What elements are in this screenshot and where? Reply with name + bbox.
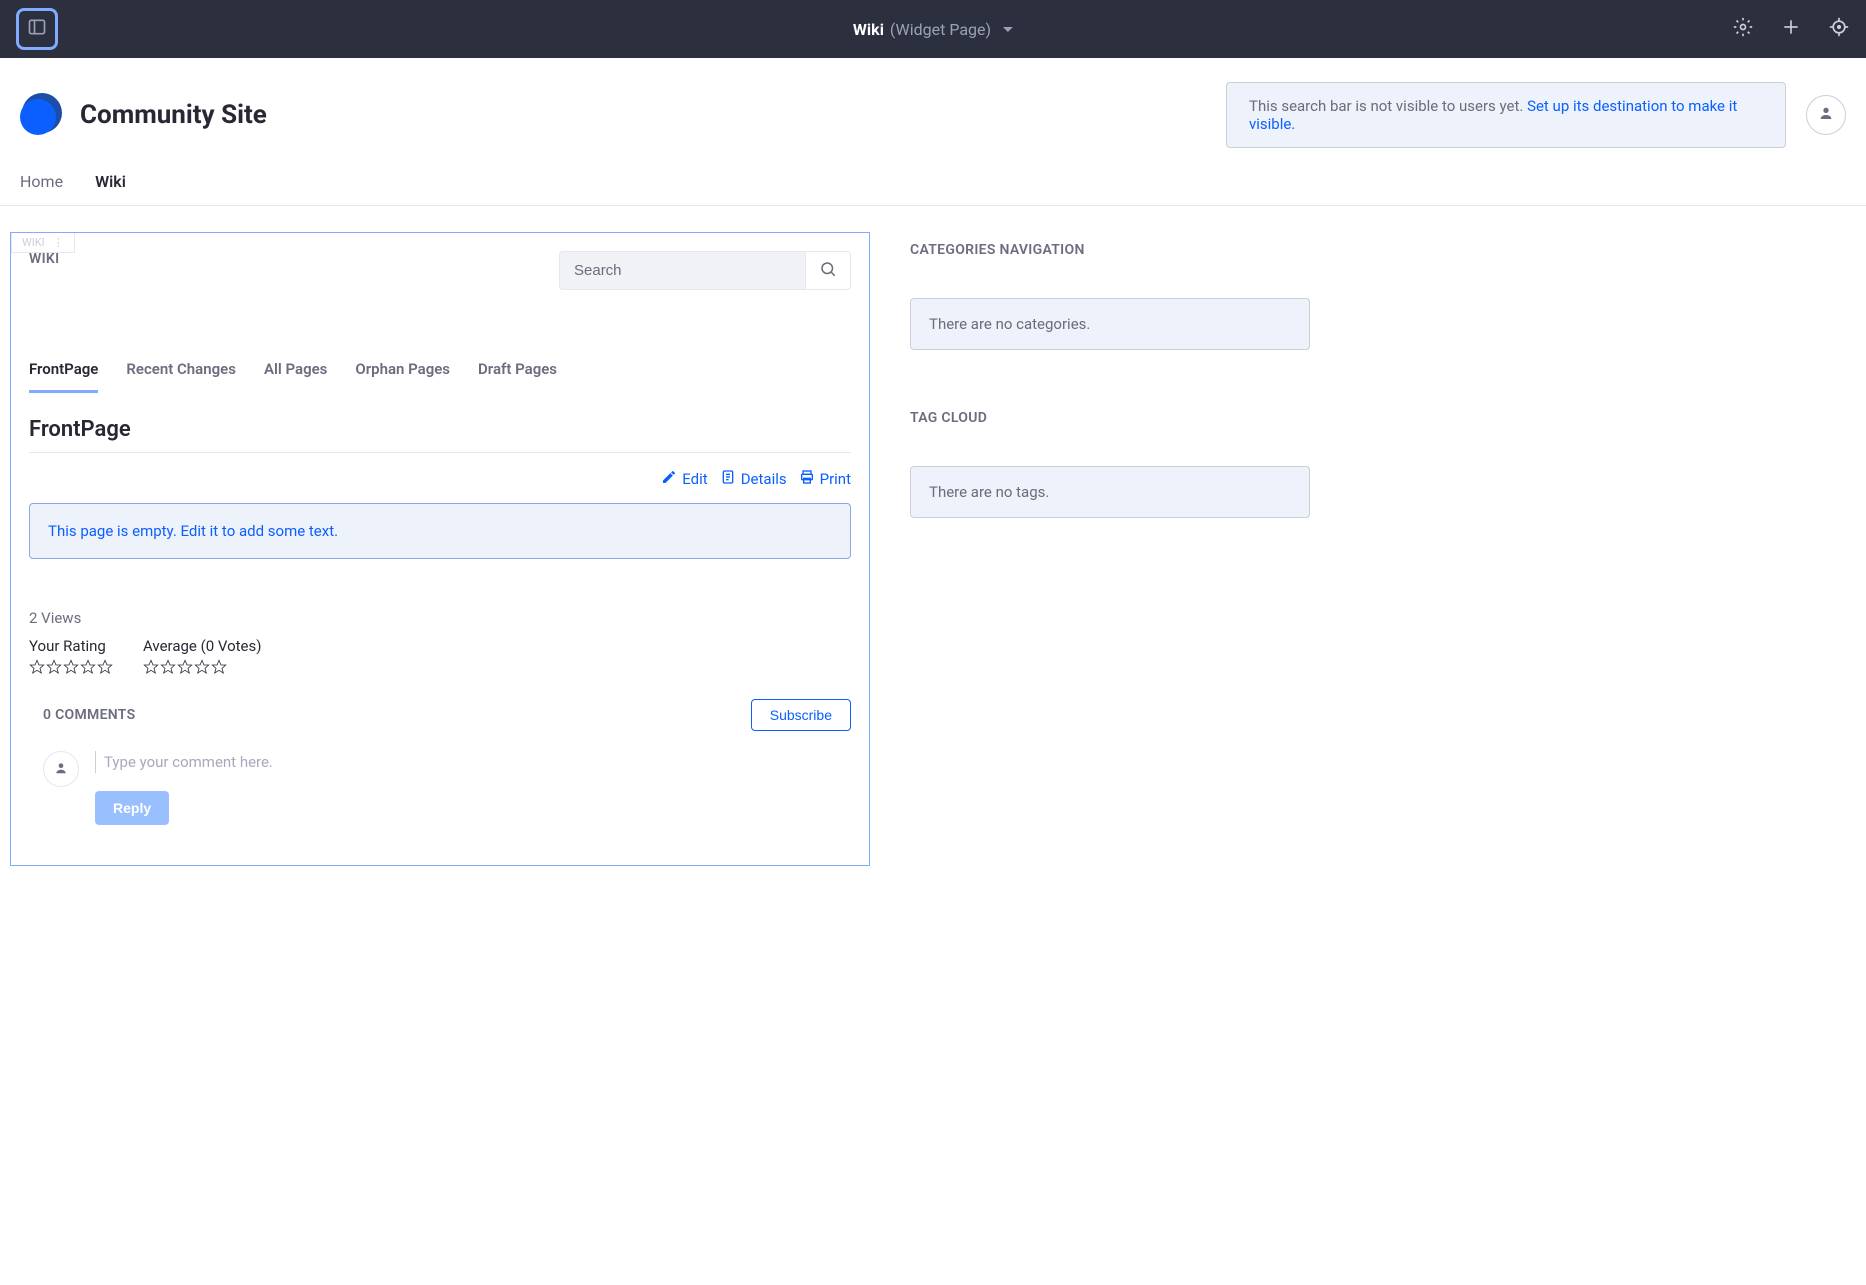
nav-item-wiki[interactable]: Wiki [95,172,126,191]
categories-empty-box: There are no categories. [910,298,1310,350]
print-label: Print [820,470,851,488]
star-icon[interactable] [63,659,79,675]
wiki-search-input[interactable] [559,251,805,290]
chevron-down-icon [1003,27,1013,32]
your-rating: Your Rating [29,637,113,675]
star-icon[interactable] [80,659,96,675]
page-switcher[interactable]: Wiki (Widget Page) [853,20,1013,39]
tab-draft-pages[interactable]: Draft Pages [478,360,557,393]
average-rating-stars [143,659,261,675]
wiki-portlet: Wiki ⋮ WIKI FrontPage Recent Changes All… [10,232,870,866]
comment-input-row: Type your comment here. Reply [43,751,851,825]
user-icon [1818,105,1834,125]
star-icon[interactable] [46,659,62,675]
comments-header: 0 COMMENTS Subscribe [29,699,851,731]
pencil-icon [661,469,677,489]
categories-heading: CATEGORIES NAVIGATION [910,242,1310,258]
star-icon [160,659,176,675]
admin-topbar: Wiki (Widget Page) [0,0,1866,58]
plus-icon [1781,17,1801,41]
user-icon [54,760,68,779]
print-link[interactable]: Print [799,469,851,489]
star-icon [194,659,210,675]
topbar-left [16,8,58,50]
page-title: FrontPage [29,417,851,453]
site-brand[interactable]: Community Site [20,93,267,137]
portlet-label-tab[interactable]: Wiki ⋮ [11,233,75,253]
your-rating-stars[interactable] [29,659,113,675]
site-logo-icon [20,93,64,137]
tab-recent-changes[interactable]: Recent Changes [126,360,236,393]
site-title: Community Site [80,100,267,130]
details-label: Details [741,470,787,488]
main-layout: Wiki ⋮ WIKI FrontPage Recent Changes All… [0,206,1866,892]
tagcloud-empty-box: There are no tags. [910,466,1310,518]
comments-title: 0 COMMENTS [43,707,135,723]
details-link[interactable]: Details [720,469,787,489]
your-rating-label: Your Rating [29,637,113,655]
gear-icon [1733,17,1753,41]
views-count: 2 Views [29,609,851,627]
settings-button[interactable] [1732,18,1754,40]
panel-icon [27,17,47,41]
empty-page-notice: This page is empty. Edit it to add some … [29,503,851,559]
edit-label: Edit [682,470,707,488]
edit-link[interactable]: Edit [661,469,707,489]
average-rating-label: Average (0 Votes) [143,637,261,655]
sidebar-toggle-button[interactable] [16,8,58,50]
average-rating: Average (0 Votes) [143,637,261,675]
rating-row: Your Rating Average (0 Votes) [29,637,851,675]
tab-frontpage[interactable]: FrontPage [29,360,98,393]
page-type: (Widget Page) [890,20,991,39]
site-header: Community Site This search bar is not vi… [0,58,1866,148]
target-icon [1829,17,1849,41]
user-menu-button[interactable] [1806,95,1846,135]
wiki-search [559,251,851,290]
wiki-search-button[interactable] [805,251,851,290]
document-icon [720,469,736,489]
wiki-tabs: FrontPage Recent Changes All Pages Orpha… [29,360,851,393]
right-sidebar: CATEGORIES NAVIGATION There are no categ… [910,232,1310,866]
add-button[interactable] [1780,18,1802,40]
search-notice-text: This search bar is not visible to users … [1249,97,1527,115]
nav-item-home[interactable]: Home [20,172,63,191]
comment-input[interactable]: Type your comment here. [95,751,851,773]
simulation-button[interactable] [1828,18,1850,40]
star-icon [143,659,159,675]
tab-all-pages[interactable]: All Pages [264,360,327,393]
topbar-right [1732,18,1850,40]
search-config-notice: This search bar is not visible to users … [1226,82,1786,148]
comment-avatar [43,751,79,787]
tagcloud-heading: TAG CLOUD [910,410,1310,426]
site-nav: Home Wiki [0,148,1866,206]
star-icon [177,659,193,675]
subscribe-button[interactable]: Subscribe [751,699,851,731]
reply-button[interactable]: Reply [95,791,169,825]
wiki-heading: WIKI [29,251,59,267]
page-actions: Edit Details Print [29,469,851,489]
tab-orphan-pages[interactable]: Orphan Pages [355,360,450,393]
star-icon[interactable] [29,659,45,675]
search-icon [819,260,837,281]
page-name: Wiki [853,20,884,39]
star-icon [211,659,227,675]
print-icon [799,469,815,489]
star-icon[interactable] [97,659,113,675]
